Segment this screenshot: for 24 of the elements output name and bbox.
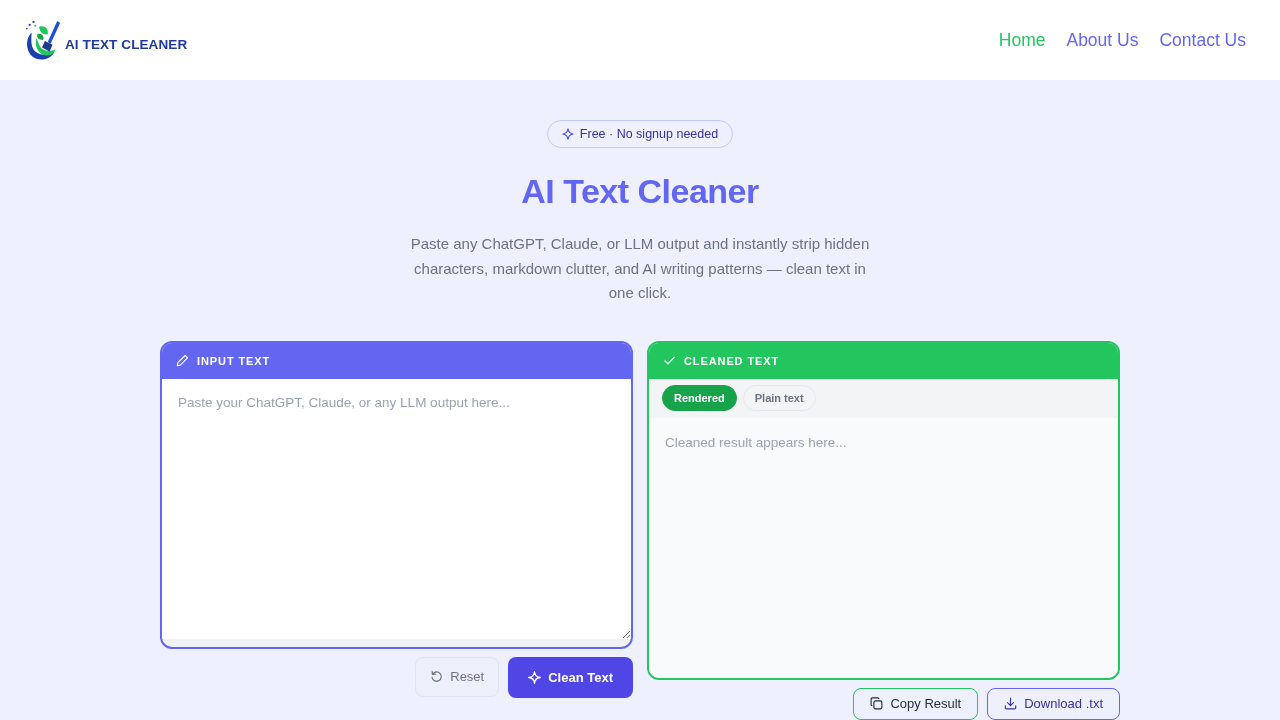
copy-result-button[interactable]: Copy Result xyxy=(853,687,979,720)
sparkle-icon xyxy=(528,670,542,684)
download-button[interactable]: Download .txt xyxy=(987,687,1120,720)
brush-leaf-logo-icon xyxy=(24,19,62,61)
nav-link[interactable]: Contact Us xyxy=(1159,29,1246,51)
check-icon xyxy=(663,354,676,367)
description-text: Paste any ChatGPT, Claude, or LLM output and instantly strip hidden characters, markdown clutter, and AI writing patterns — clean text in one click. xyxy=(409,234,871,303)
panel-title: INPUT TEXT xyxy=(197,354,271,367)
view-tab[interactable]: Rendered xyxy=(662,385,737,411)
logo-text: AI TEXT CLEANER xyxy=(65,36,188,52)
panel-title: CLEANED TEXT xyxy=(684,354,780,367)
badge-text: Free · No signup needed xyxy=(579,127,719,141)
reset-button[interactable]: Reset xyxy=(415,656,500,697)
nav-link[interactable]: About Us xyxy=(1066,29,1139,51)
view-tab[interactable]: Plain text xyxy=(742,385,816,411)
nav-link[interactable]: Home xyxy=(998,29,1046,51)
page-title: AI Text Cleaner xyxy=(521,171,759,212)
copy-icon xyxy=(870,697,884,710)
clean-text-button[interactable]: Clean Text xyxy=(508,656,633,698)
sparkle-icon xyxy=(561,128,574,140)
download-icon xyxy=(1004,697,1018,710)
reset-icon xyxy=(430,670,444,683)
input-field[interactable]: Paste your ChatGPT, Claude, or any LLM output here... xyxy=(162,378,631,639)
pencil-icon xyxy=(176,354,189,367)
